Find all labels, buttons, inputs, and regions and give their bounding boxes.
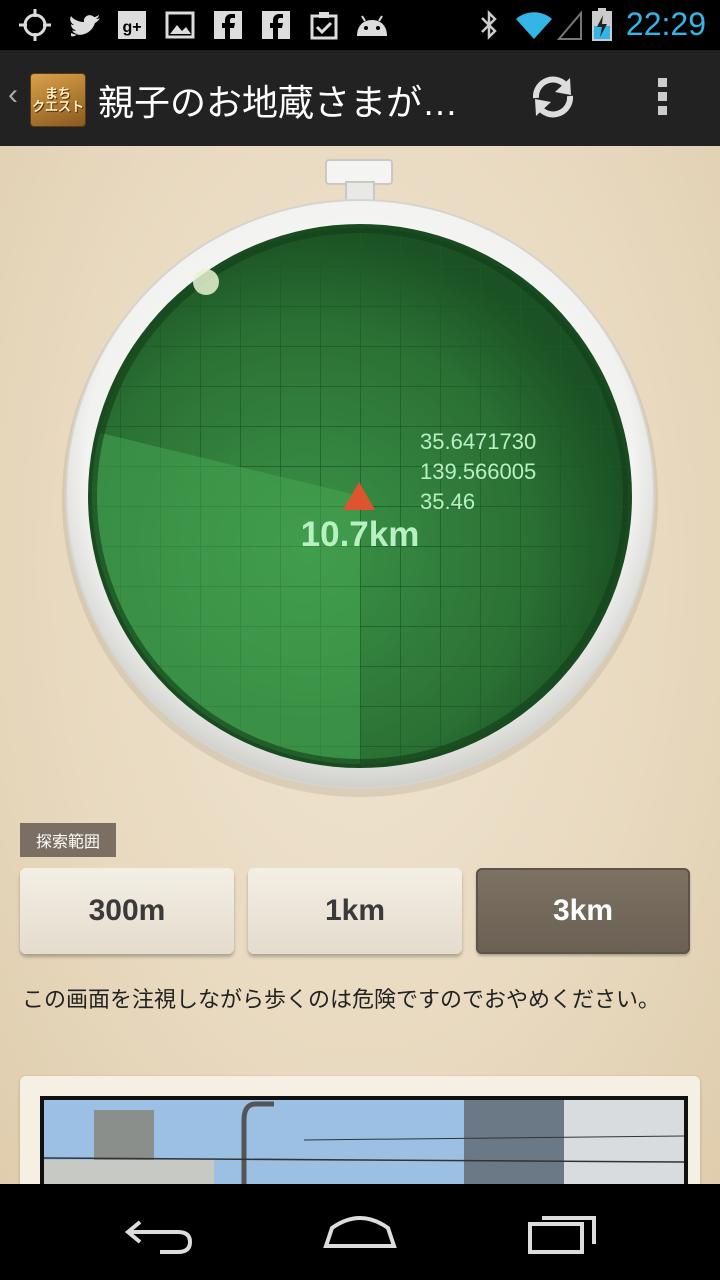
gallery-icon <box>164 9 196 41</box>
page-title: 親子のお地蔵さまが… <box>98 82 459 123</box>
action-bar: ‹ まち クエスト 親子のお地蔵さまが… <box>0 50 720 146</box>
wifi-icon <box>514 9 554 41</box>
navigation-bar <box>0 1184 720 1280</box>
app-logo-text: まち クエスト <box>31 86 84 114</box>
google-plus-icon: g+ <box>116 9 148 41</box>
range-300m-button[interactable]: 300m <box>20 868 234 954</box>
latitude-text: 35.6471730 <box>420 429 536 454</box>
range-3km-button[interactable]: 3km <box>476 868 690 954</box>
battery-charging-icon <box>590 8 614 41</box>
recent-apps-icon[interactable] <box>524 1208 604 1256</box>
location-photo <box>40 1096 688 1184</box>
gps-icon <box>18 9 52 41</box>
radar: 35.6471730 139.566005 35.46 10.7km <box>0 146 720 806</box>
distance-text: 10.7km <box>301 515 420 554</box>
stopwatch-crown <box>325 159 393 203</box>
refresh-icon[interactable] <box>524 68 582 126</box>
search-range-label: 探索範囲 <box>20 823 116 857</box>
altitude-text: 35.46 <box>420 489 475 514</box>
photo-card <box>20 1076 700 1184</box>
status-time: 22:29 <box>625 6 706 42</box>
facebook-icon <box>260 9 292 41</box>
signal-icon <box>556 9 584 41</box>
svg-text:g+: g+ <box>122 19 141 36</box>
app-logo[interactable]: まち クエスト <box>30 73 86 127</box>
home-icon[interactable] <box>320 1208 400 1256</box>
android-icon <box>352 9 392 41</box>
back-icon[interactable] <box>120 1208 200 1256</box>
range-1km-button[interactable]: 1km <box>248 868 462 954</box>
warning-text: この画面を注視しながら歩くのは危険ですのでおやめください。 <box>22 987 661 1012</box>
twitter-icon <box>68 9 102 41</box>
overflow-menu-icon[interactable] <box>652 78 672 122</box>
radar-blip <box>193 269 219 295</box>
facebook-icon <box>212 9 244 41</box>
status-bar: g+ 22:29 <box>0 0 720 50</box>
bluetooth-icon <box>476 9 502 41</box>
longitude-text: 139.566005 <box>420 459 536 484</box>
clipboard-check-icon <box>308 9 340 41</box>
up-chevron-icon[interactable]: ‹ <box>8 78 18 112</box>
content-area: 35.6471730 139.566005 35.46 10.7km 探索範囲 … <box>0 146 720 1184</box>
